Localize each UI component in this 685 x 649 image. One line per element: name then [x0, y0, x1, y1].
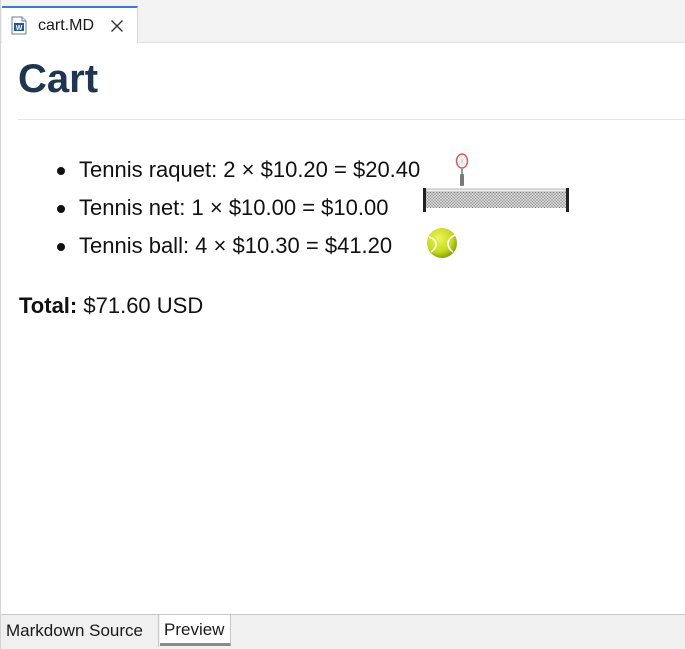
tab-cart-md[interactable]: W cart.MD: [2, 6, 138, 43]
bullet-icon: [57, 205, 65, 213]
preview-pane: Cart Tennis raquet: 2 × $10.20 = $20.40 …: [1, 44, 685, 614]
tennis-net-icon: [423, 188, 569, 212]
tab-markdown-source[interactable]: Markdown Source: [2, 615, 159, 647]
editor-mode-tabs: Markdown Source Preview: [1, 614, 685, 649]
cart-item-text: Tennis net: 1 × $10.00 = $10.00: [79, 195, 389, 220]
cart-item-text: Tennis raquet: 2 × $10.20 = $20.40: [79, 157, 421, 182]
editor-tab-strip: W cart.MD: [1, 0, 685, 43]
bullet-icon: [57, 167, 65, 175]
total-value: $71.60 USD: [83, 293, 204, 318]
markdown-editor-window: W cart.MD Cart Tennis raquet: 2 × $10.20…: [0, 0, 685, 649]
title-divider: [18, 119, 685, 120]
tab-filename: cart.MD: [38, 17, 94, 34]
tab-preview[interactable]: Preview: [160, 615, 231, 646]
close-icon[interactable]: [110, 19, 124, 33]
page-title: Cart: [18, 57, 99, 101]
bullet-icon: [57, 243, 65, 251]
tennis-ball-icon: [427, 228, 457, 258]
total-label: Total:: [19, 293, 78, 318]
svg-text:W: W: [16, 25, 23, 32]
total-line: Total: $71.60 USD: [19, 293, 203, 319]
word-document-icon: W: [11, 16, 27, 35]
cart-item-text: Tennis ball: 4 × $10.30 = $41.20: [79, 233, 393, 258]
tennis-racket-icon: [455, 153, 469, 186]
